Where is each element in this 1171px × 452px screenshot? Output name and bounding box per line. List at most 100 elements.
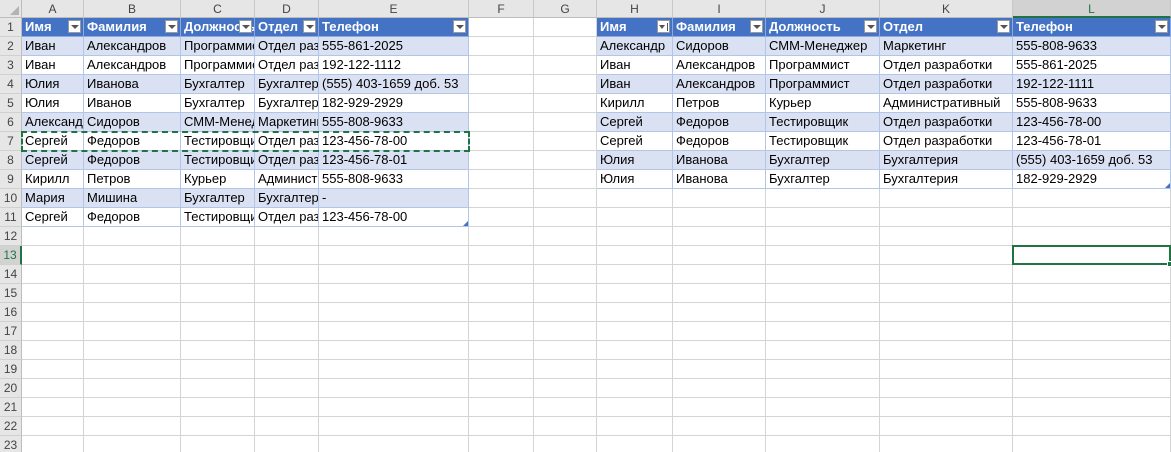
grid-cell[interactable] xyxy=(469,208,534,227)
table2-cell[interactable]: Курьер xyxy=(766,94,880,113)
filter-dropdown-icon[interactable] xyxy=(750,20,763,33)
grid-cell[interactable] xyxy=(597,436,673,452)
table2-cell[interactable]: Кирилл xyxy=(597,94,673,113)
column-header-f[interactable]: F xyxy=(469,0,534,18)
grid-cell[interactable] xyxy=(534,246,597,265)
table1-cell[interactable]: Иванов xyxy=(84,94,181,113)
table2-cell[interactable]: 555-808-9633 xyxy=(1013,94,1171,113)
grid-cell[interactable] xyxy=(255,417,319,436)
table1-cell[interactable]: Сергей xyxy=(22,132,84,151)
grid-cell[interactable] xyxy=(534,56,597,75)
table2-header-cell[interactable]: Имя xyxy=(597,18,673,37)
grid-cell[interactable] xyxy=(255,379,319,398)
table1-cell[interactable]: Александр xyxy=(22,113,84,132)
row-header-5[interactable]: 5 xyxy=(0,94,22,113)
grid-cell[interactable] xyxy=(469,436,534,452)
grid-cell[interactable] xyxy=(880,417,1013,436)
grid-cell[interactable] xyxy=(534,265,597,284)
table1-cell[interactable]: Федоров xyxy=(84,151,181,170)
grid-cell[interactable] xyxy=(597,208,673,227)
grid-cell[interactable] xyxy=(255,360,319,379)
grid-cell[interactable] xyxy=(181,360,255,379)
grid-cell[interactable] xyxy=(319,398,469,417)
table1-header-cell[interactable]: Должность xyxy=(181,18,255,37)
filter-dropdown-icon[interactable] xyxy=(68,20,81,33)
grid-cell[interactable] xyxy=(597,246,673,265)
table1-cell[interactable]: Юлия xyxy=(22,94,84,113)
table1-cell[interactable]: Александров xyxy=(84,56,181,75)
grid-cell[interactable] xyxy=(880,208,1013,227)
table1-header-cell[interactable]: Фамилия xyxy=(84,18,181,37)
grid-cell[interactable] xyxy=(534,398,597,417)
row-header-13[interactable]: 13 xyxy=(0,246,22,265)
table1-cell[interactable]: Бухгалтерия xyxy=(255,189,319,208)
row-header-15[interactable]: 15 xyxy=(0,284,22,303)
grid-cell[interactable] xyxy=(534,303,597,322)
table1-header-cell[interactable]: Телефон xyxy=(319,18,469,37)
grid-cell[interactable] xyxy=(597,322,673,341)
grid-cell[interactable] xyxy=(84,246,181,265)
grid-cell[interactable] xyxy=(673,227,766,246)
grid-cell[interactable] xyxy=(469,227,534,246)
table2-resize-handle[interactable] xyxy=(1165,183,1170,188)
table2-cell[interactable]: Тестировщик xyxy=(766,113,880,132)
column-header-h[interactable]: H xyxy=(597,0,673,18)
column-header-c[interactable]: C xyxy=(181,0,255,18)
table1-cell[interactable]: Сергей xyxy=(22,208,84,227)
grid-cell[interactable] xyxy=(1013,284,1171,303)
table1-cell[interactable]: 555-808-9633 xyxy=(319,113,469,132)
grid-cell[interactable] xyxy=(181,379,255,398)
grid-cell[interactable] xyxy=(181,436,255,452)
grid-cell[interactable] xyxy=(469,398,534,417)
grid-cell[interactable] xyxy=(84,303,181,322)
column-header-d[interactable]: D xyxy=(255,0,319,18)
column-header-l[interactable]: L xyxy=(1013,0,1171,18)
row-header-14[interactable]: 14 xyxy=(0,265,22,284)
grid-cell[interactable] xyxy=(1013,341,1171,360)
table2-cell[interactable]: 182-929-2929 xyxy=(1013,170,1171,189)
grid-cell[interactable] xyxy=(84,341,181,360)
grid-cell[interactable] xyxy=(534,151,597,170)
grid-cell[interactable] xyxy=(181,284,255,303)
grid-cell[interactable] xyxy=(469,341,534,360)
grid-cell[interactable] xyxy=(597,284,673,303)
table1-resize-handle[interactable] xyxy=(463,221,468,226)
table2-header-cell[interactable]: Отдел xyxy=(880,18,1013,37)
grid-cell[interactable] xyxy=(469,113,534,132)
grid-cell[interactable] xyxy=(766,208,880,227)
table1-cell[interactable]: Федоров xyxy=(84,132,181,151)
grid-cell[interactable] xyxy=(597,398,673,417)
grid-cell[interactable] xyxy=(22,417,84,436)
row-header-1[interactable]: 1 xyxy=(0,18,22,37)
row-header-22[interactable]: 22 xyxy=(0,417,22,436)
table1-cell[interactable]: Иван xyxy=(22,37,84,56)
grid-cell[interactable] xyxy=(673,436,766,452)
grid-cell[interactable] xyxy=(534,189,597,208)
grid-cell[interactable] xyxy=(673,189,766,208)
filter-dropdown-icon[interactable] xyxy=(303,20,316,33)
grid-cell[interactable] xyxy=(597,360,673,379)
row-header-10[interactable]: 10 xyxy=(0,189,22,208)
grid-cell[interactable] xyxy=(319,341,469,360)
grid-cell[interactable] xyxy=(255,265,319,284)
grid-cell[interactable] xyxy=(1013,436,1171,452)
table2-cell[interactable]: 555-861-2025 xyxy=(1013,56,1171,75)
column-header-k[interactable]: K xyxy=(880,0,1013,18)
grid-cell[interactable] xyxy=(880,436,1013,452)
table2-cell[interactable]: Отдел разработки xyxy=(880,132,1013,151)
grid-cell[interactable] xyxy=(534,360,597,379)
table2-cell[interactable]: 192-122-1111 xyxy=(1013,75,1171,94)
grid-cell[interactable] xyxy=(181,265,255,284)
table1-cell[interactable]: Мария xyxy=(22,189,84,208)
grid-cell[interactable] xyxy=(766,360,880,379)
grid-cell[interactable] xyxy=(880,265,1013,284)
grid-cell[interactable] xyxy=(766,227,880,246)
grid-cell[interactable] xyxy=(534,170,597,189)
grid-cell[interactable] xyxy=(22,341,84,360)
grid-cell[interactable] xyxy=(469,56,534,75)
row-header-7[interactable]: 7 xyxy=(0,132,22,151)
table2-cell[interactable]: Бухгалтерия xyxy=(880,151,1013,170)
row-header-2[interactable]: 2 xyxy=(0,37,22,56)
table2-cell[interactable]: (555) 403-1659 доб. 53 xyxy=(1013,151,1171,170)
grid-cell[interactable] xyxy=(469,75,534,94)
